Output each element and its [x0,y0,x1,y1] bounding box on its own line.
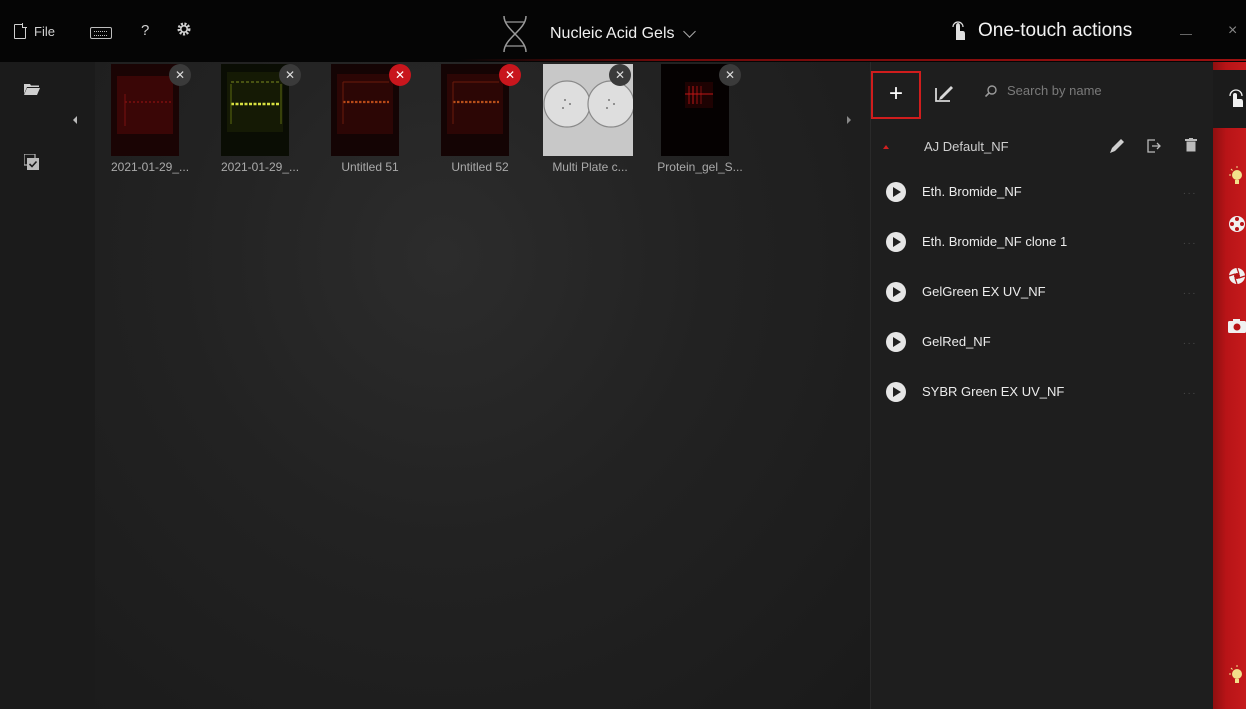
action-item[interactable]: SYBR Green EX UV_NF ... [871,368,1214,418]
app-window: File ? Nucleic Acid Gels One-touch actio… [0,0,1246,709]
action-item[interactable]: GelGreen EX UV_NF ... [871,268,1214,318]
search-icon [985,84,997,97]
minimize-button[interactable] [1180,34,1192,35]
action-label: GelRed_NF [922,334,991,349]
image-thumbnail[interactable]: ✕ Untitled 51 [319,64,421,174]
add-action-button[interactable]: + [871,71,921,119]
play-icon[interactable] [886,182,906,202]
image-stack-icon[interactable] [24,154,39,170]
keyboard-icon[interactable] [90,27,112,39]
file-menu-button[interactable]: File [14,23,55,39]
more-options-icon[interactable]: ... [1183,386,1197,397]
image-thumbnail[interactable]: ✕ Untitled 52 [429,64,531,174]
image-caption: 2021-01-29_... [110,160,190,174]
application-mode-selector[interactable]: Nucleic Acid Gels [498,14,696,54]
pencil-icon[interactable] [1108,137,1126,155]
right-tool-strip [1213,62,1246,709]
action-label: GelGreen EX UV_NF [922,284,1046,299]
search-input[interactable] [1005,82,1149,99]
scroll-right-arrow-icon[interactable] [847,116,851,124]
light-bulb-icon[interactable] [1227,166,1246,186]
action-label: Eth. Bromide_NF clone 1 [922,234,1068,249]
action-label: Eth. Bromide_NF [922,184,1022,199]
filter-wheel-icon[interactable] [1227,214,1246,234]
image-caption: Multi Plate c... [552,160,628,174]
image-thumbnail[interactable]: ✕ Multi Plate c... [539,64,641,174]
gear-icon[interactable] [176,21,192,37]
dna-icon [503,15,527,53]
action-group-header[interactable]: AJ Default_NF [871,130,1214,164]
one-touch-actions-header: One-touch actions [950,20,1132,42]
action-label: SYBR Green EX UV_NF [922,384,1065,399]
chevron-down-icon [682,25,696,38]
touch-hand-icon [952,21,965,40]
document-icon [14,23,27,39]
scroll-left-arrow-icon[interactable] [73,116,77,124]
play-icon[interactable] [886,232,906,252]
remove-image-button[interactable]: ✕ [719,64,741,86]
help-button[interactable]: ? [141,22,149,39]
remove-image-button[interactable]: ✕ [609,64,631,86]
left-toolbar [0,62,95,709]
image-caption: Untitled 52 [451,160,509,174]
remove-image-button[interactable]: ✕ [499,64,521,86]
group-name: AJ Default_NF [924,139,1009,154]
export-icon[interactable] [1147,139,1161,153]
more-options-icon[interactable]: ... [1183,186,1197,197]
remove-image-button[interactable]: ✕ [169,64,191,86]
sign-edit-icon[interactable] [933,82,955,104]
remove-image-button[interactable]: ✕ [279,64,301,86]
play-icon[interactable] [886,332,906,352]
light-bulb-icon[interactable] [1227,665,1246,685]
action-item[interactable]: GelRed_NF ... [871,318,1214,368]
play-icon[interactable] [886,282,906,302]
one-touch-actions-title: One-touch actions [978,20,1133,41]
image-gallery: ✕ 2021-01-29_... ✕ 2021-01-29_... ✕ Unti… [95,62,870,709]
image-thumbnail[interactable]: ✕ 2021-01-29_... [209,64,311,174]
one-touch-actions-panel: + AJ Default_NF [870,62,1214,709]
touch-hand-icon [1229,89,1243,107]
action-item[interactable]: Eth. Bromide_NF ... [871,168,1214,218]
image-caption: Protein_gel_S... [657,160,743,174]
image-thumbnail[interactable]: ✕ Protein_gel_S... [649,64,751,174]
more-options-icon[interactable]: ... [1183,236,1197,247]
remove-image-button[interactable]: ✕ [389,64,411,86]
title-bar: File ? Nucleic Acid Gels One-touch actio… [0,0,1246,62]
image-caption: Untitled 51 [341,160,399,174]
image-caption: 2021-01-29_... [220,160,300,174]
folder-open-icon[interactable] [24,83,40,95]
trash-icon[interactable] [1185,138,1197,152]
header-accent-line [460,59,1246,61]
more-options-icon[interactable]: ... [1183,286,1197,297]
aperture-icon[interactable] [1227,266,1246,286]
collapse-caret-icon[interactable] [883,145,889,149]
close-window-button[interactable]: × [1228,22,1237,40]
play-icon[interactable] [886,382,906,402]
more-options-icon[interactable]: ... [1183,336,1197,347]
action-item[interactable]: Eth. Bromide_NF clone 1 ... [871,218,1214,268]
search-box[interactable] [985,82,1149,99]
file-menu-label: File [34,24,55,39]
camera-icon[interactable] [1227,316,1246,336]
page-title: Nucleic Acid Gels [550,25,675,42]
image-thumbnail[interactable]: ✕ 2021-01-29_... [99,64,201,174]
one-touch-tab[interactable] [1213,70,1246,128]
